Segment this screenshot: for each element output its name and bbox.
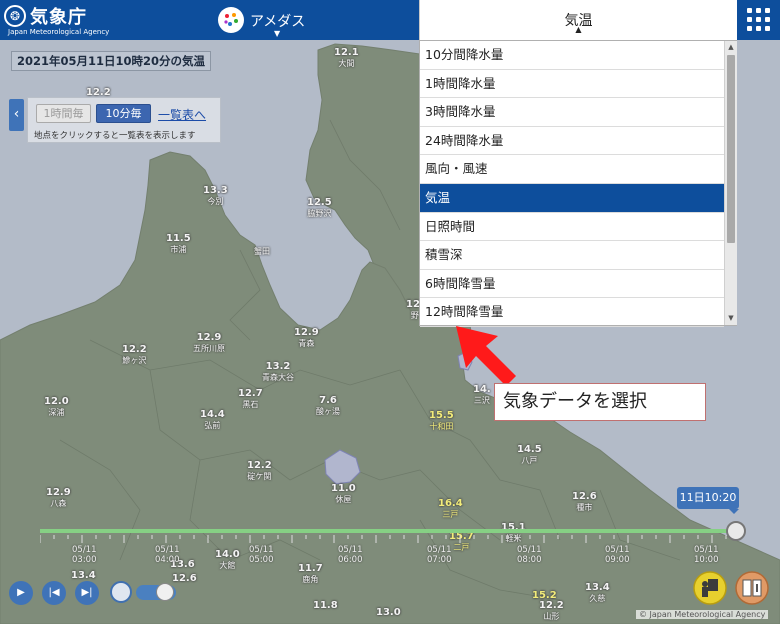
timeline-ticks (40, 535, 727, 543)
station-marker[interactable]: 11.5 市浦 (166, 233, 191, 255)
station-marker[interactable]: 12.9 五所川原 (193, 332, 225, 354)
jma-logo[interactable]: ❂ 気象庁 Japan Meteorological Agency (4, 3, 109, 37)
copyright-notice: © Japan Meteorological Agency (636, 610, 769, 619)
caret-up-icon: ▲ (575, 25, 582, 34)
skip-forward-button[interactable]: ▶| (75, 581, 99, 605)
dropdown-item[interactable]: 24時間降水量 (420, 127, 724, 156)
info-book-icon[interactable] (735, 571, 769, 605)
timeline-label: 05/11 07:00 (427, 545, 452, 565)
speed-toggle-knob[interactable] (156, 583, 174, 601)
interval-panel: 1時間毎 10分毎 一覧表へ 地点をクリックすると一覧表を表示します (27, 97, 221, 143)
chevron-left-icon: ‹ (13, 106, 20, 122)
skip-back-icon: |◀ (48, 587, 60, 598)
menu-grid-button[interactable] (738, 0, 780, 40)
timeline-label: 05/11 03:00 (72, 545, 97, 565)
annotation-callout: 気象データを選択 (494, 383, 706, 421)
dropdown-item[interactable]: 風向・風速 (420, 155, 724, 184)
ten-minute-button[interactable]: 10分毎 (96, 104, 151, 123)
station-marker[interactable]: 12.2 鰺ヶ沢 (122, 344, 147, 366)
station-marker[interactable]: 12.5 脇野沢 (307, 197, 332, 219)
station-marker[interactable]: 13.3 今別 (203, 185, 228, 207)
speed-dial-icon (110, 581, 132, 603)
panel-hint: 地点をクリックすると一覧表を表示します (34, 131, 196, 141)
logo-subtitle: Japan Meteorological Agency (8, 28, 110, 36)
station-marker[interactable]: 11.7 鹿角 (298, 563, 323, 585)
station-marker[interactable]: 12.6 種市 (572, 491, 597, 513)
station-marker[interactable]: 13.2 青森大谷 (262, 361, 294, 383)
skip-forward-icon: ▶| (81, 587, 93, 598)
dropdown-item[interactable]: 1時間降水量 (420, 70, 724, 99)
timeline-label: 05/11 06:00 (338, 545, 363, 565)
station-marker[interactable]: 12.9 青森 (294, 327, 319, 349)
play-icon: ▶ (17, 587, 25, 598)
timeline-label: 05/11 09:00 (605, 545, 630, 565)
dropdown-item[interactable]: 10分間降水量 (420, 41, 724, 70)
station-marker[interactable]: 14.5 八戸 (517, 444, 542, 466)
station-marker[interactable]: 12.2 山形 (539, 600, 564, 622)
timeline-label: 05/11 05:00 (249, 545, 274, 565)
amedas-icon (218, 7, 244, 33)
logo-title: 気象庁 (30, 7, 87, 28)
dropdown-scrollbar[interactable]: ▲ ▼ (724, 41, 737, 325)
observation-datetime-title: 2021年05月11日10時20分の気温 (11, 51, 212, 71)
timeline-label: 05/11 08:00 (517, 545, 542, 565)
hourly-button[interactable]: 1時間毎 (36, 104, 91, 123)
station-marker[interactable]: 13.4 (71, 570, 96, 581)
timeline-label: 05/11 10:00 (694, 545, 719, 565)
dropdown-item[interactable]: 6時間降雪量 (420, 270, 724, 299)
caret-down-icon: ▼ (274, 29, 281, 38)
station-marker[interactable]: 14.4 弘前 (200, 409, 225, 431)
dropdown-item[interactable]: 3時間降水量 (420, 98, 724, 127)
table-link[interactable]: 一覧表へ (158, 106, 206, 123)
header-bar: ❂ 気象庁 Japan Meteorological Agency アメダス ▼… (0, 0, 780, 40)
station-marker[interactable]: 12.6 (172, 573, 197, 584)
dropdown-item-selected[interactable]: 気温 (420, 184, 724, 213)
station-marker[interactable]: 7.6 酸ヶ湯 (316, 395, 340, 417)
station-marker[interactable]: 12.2 碇ケ関 (247, 460, 272, 482)
annotation-arrow-icon (456, 326, 516, 386)
station-marker[interactable]: 11.0 休屋 (331, 483, 356, 505)
dropdown-item[interactable]: 日照時間 (420, 213, 724, 242)
station-marker[interactable]: 13.0 (376, 607, 401, 618)
jma-emblem-icon: ❂ (4, 5, 26, 27)
skip-back-button[interactable]: |◀ (42, 581, 66, 605)
element-dropdown: 10分間降水量 1時間降水量 3時間降水量 24時間降水量 風向・風速 気温 日… (419, 40, 737, 327)
play-button[interactable]: ▶ (9, 581, 33, 605)
dropdown-item[interactable]: 積雪深 (420, 241, 724, 270)
scroll-thumb[interactable] (727, 55, 735, 243)
station-marker[interactable]: 14.0 大館 (215, 549, 240, 571)
amedas-label: アメダス (250, 14, 306, 30)
current-time-bubble: 11日10:20 (677, 487, 739, 514)
timeline-handle[interactable] (726, 521, 746, 541)
scroll-down-icon[interactable]: ▼ (725, 312, 737, 325)
station-marker[interactable]: 12.0 深浦 (44, 396, 69, 418)
station-marker[interactable]: 16.4 三戸 (438, 498, 463, 520)
station-marker[interactable]: 蟹田 (254, 246, 270, 257)
station-marker[interactable]: 11.8 (313, 600, 338, 611)
element-selector-tab[interactable]: 気温 ▲ (419, 0, 737, 40)
scroll-up-icon[interactable]: ▲ (725, 41, 737, 54)
help-guide-icon[interactable] (693, 571, 727, 605)
station-marker[interactable]: 12.7 黒石 (238, 388, 263, 410)
station-marker[interactable]: 12.1 大間 (334, 47, 359, 69)
station-marker[interactable]: 12.9 八森 (46, 487, 71, 509)
collapse-panel-button[interactable]: ‹ (9, 99, 24, 131)
station-marker[interactable]: 13.4 久慈 (585, 582, 610, 604)
timeline-track[interactable] (40, 529, 736, 533)
timeline-label: 05/11 04:00 (155, 545, 180, 565)
station-marker[interactable]: 15.5 十和田 (429, 410, 454, 432)
